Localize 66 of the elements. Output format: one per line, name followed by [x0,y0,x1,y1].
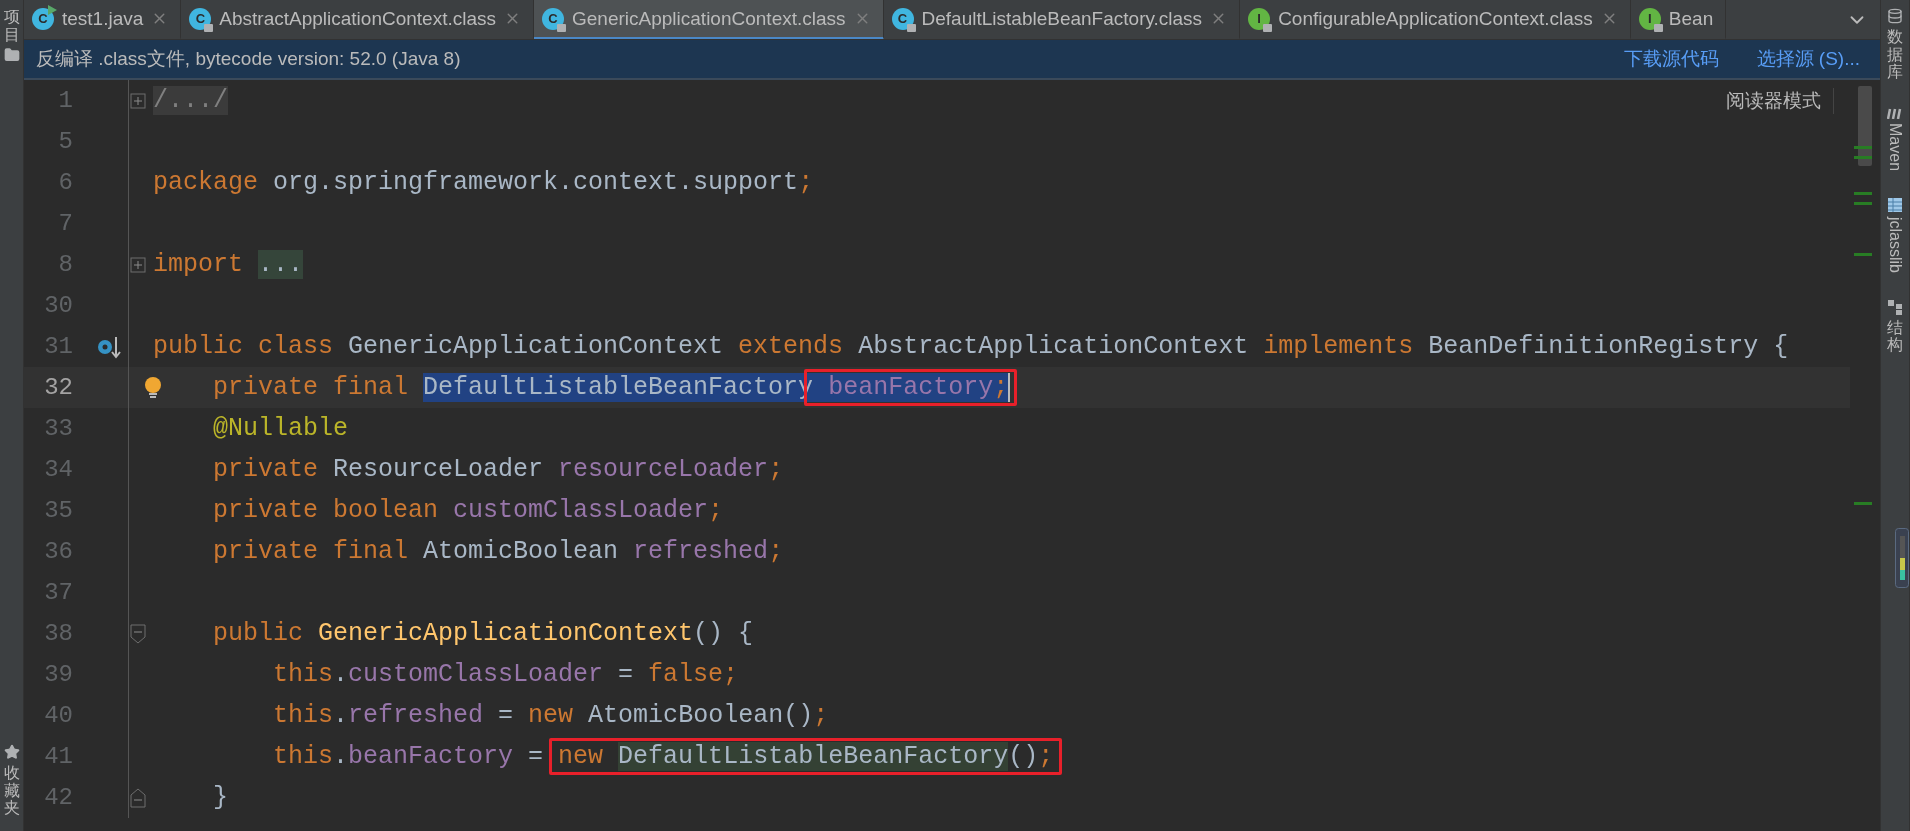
editor-tab[interactable]: C GenericApplicationContext.class [534,0,884,39]
lightbulb-icon[interactable] [143,376,163,400]
tool-window-button[interactable]: 结构 [1887,318,1903,354]
tool-window-button[interactable]: Maven [1886,122,1904,171]
table-icon [1887,196,1903,213]
line-number: 35 [43,497,74,524]
notice-link[interactable]: 下载源代码 [1623,46,1719,72]
line-number: 5 [57,128,74,155]
line-number: 42 [43,784,74,811]
line-number: 36 [43,538,74,565]
fold-minus-icon[interactable] [129,623,146,644]
code-line: this.refreshed = new AtomicBoolean(); [272,700,829,732]
change-marker[interactable] [1854,156,1872,159]
line-number: 32 [43,374,74,401]
file-type-icon: C [891,7,914,30]
line-number: 8 [57,251,74,278]
tool-window-button[interactable]: 数据库 [1887,28,1903,81]
line-number: 33 [43,415,74,442]
tool-window-button[interactable]: jclasslib [1886,216,1904,273]
code-line: public class GenericApplicationContext extends AbstractApplicationContext implements BeanDefinitionRegistry { [153,331,1789,363]
file-type-icon: C [542,7,564,30]
change-marker[interactable] [1854,502,1872,505]
file-type-icon: C [32,7,54,30]
change-marker[interactable] [1854,146,1872,149]
code-line: package org.springframework.context.support; [153,167,814,199]
code-line: private final AtomicBoolean refreshed; [212,536,784,568]
folder-icon [3,47,20,64]
line-number: 38 [43,620,74,647]
line-number: 30 [43,292,74,319]
change-marker[interactable] [1854,253,1872,256]
line-number: 40 [43,702,74,729]
code-line: import ... [153,249,304,281]
code-line: this.customClassLoader = false; [272,659,739,691]
line-number: 6 [57,169,74,196]
code-line: private boolean customClassLoader; [212,495,724,527]
line-number: 41 [43,743,74,770]
file-type-icon: I [1248,7,1271,30]
change-marker[interactable] [1854,192,1872,195]
maven-icon [1887,106,1903,119]
code-line: } [212,782,228,814]
tool-window-button[interactable]: 收藏夹 [3,764,20,817]
reader-mode-button[interactable]: 阅读器模式 [1726,88,1834,114]
code-line: @Nullable [212,413,349,445]
line-number: 37 [43,579,74,606]
line-number: 7 [57,210,74,237]
line-number: 34 [43,456,74,483]
line-number: 1 [57,87,74,114]
star-icon [3,744,20,761]
line-number: 39 [43,661,74,688]
scrollbar-thumb[interactable] [1858,86,1872,166]
fold-plus-icon[interactable] [129,92,146,109]
decompiled-notice: 反编译 .class文件, bytecode version: 52.0 (Java 8) [36,47,462,71]
structure-icon [1887,298,1903,315]
notice-link[interactable]: 选择源 (S)... [1756,46,1860,72]
change-marker[interactable] [1854,202,1872,205]
file-type-icon: I [1638,7,1661,30]
file-type-icon: C [189,7,212,30]
code-line: private ResourceLoader resourceLoader; [212,454,784,486]
fold-plus-icon[interactable] [129,256,146,273]
fold-minus-icon[interactable] [129,787,146,808]
tool-window-button[interactable]: 项目 [3,8,20,44]
database-icon [1887,8,1903,24]
line-number: 31 [43,333,74,360]
code-line: this.beanFactory = new DefaultListableBeanFactory(); [272,741,1054,773]
code-line: public GenericApplicationContext() { [212,618,754,650]
memory-indicator-icon[interactable] [1895,528,1909,588]
